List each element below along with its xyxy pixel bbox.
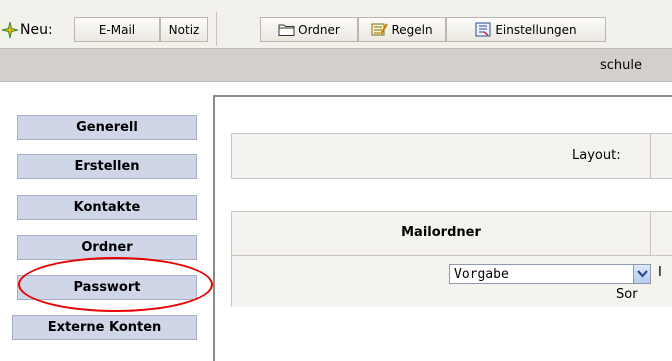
mailordner-select[interactable]: Vorgabe (449, 264, 651, 284)
new-email-label: E-Mail (98, 22, 136, 37)
folders-button[interactable]: Ordner (260, 17, 358, 42)
status-strip: schule (0, 48, 672, 82)
rules-icon (371, 23, 389, 36)
mailordner-header: Mailordner (232, 212, 672, 256)
truncated-text-2: Sor (616, 287, 638, 302)
sidebar-item-ordner[interactable]: Ordner (17, 235, 197, 260)
truncated-text-1: I (658, 265, 662, 280)
header-divider (650, 212, 651, 256)
folder-icon (278, 24, 295, 36)
mailordner-select-value: Vorgabe (454, 266, 509, 282)
new-sparkle-icon (2, 22, 18, 38)
settings-sidebar: Generell Erstellen Kontakte Ordner Passw… (0, 82, 212, 361)
settings-icon (475, 22, 491, 37)
sidebar-item-passwort[interactable]: Passwort (17, 275, 197, 300)
layout-row: Layout: (231, 133, 672, 179)
folders-label: Ordner (298, 22, 340, 37)
toolbar-divider (216, 12, 217, 46)
chevron-down-icon[interactable] (633, 265, 650, 283)
mailordner-row: Vorgabe I Sor (232, 256, 672, 307)
sidebar-item-externe-konten[interactable]: Externe Konten (12, 315, 197, 340)
new-email-button[interactable]: E-Mail (74, 17, 160, 42)
new-note-button[interactable]: Notiz (160, 17, 208, 42)
settings-button[interactable]: Einstellungen (446, 17, 606, 42)
top-toolbar: Neu: E-Mail Notiz Ordner Regeln Einstell… (0, 0, 672, 48)
sidebar-item-kontakte[interactable]: Kontakte (17, 195, 197, 220)
sidebar-item-generell[interactable]: Generell (17, 115, 197, 140)
sidebar-item-erstellen[interactable]: Erstellen (17, 154, 197, 179)
layout-label: Layout: (572, 148, 621, 163)
settings-label: Einstellungen (495, 22, 577, 37)
rules-button[interactable]: Regeln (358, 17, 446, 42)
new-menu: Neu: (2, 18, 56, 42)
new-label: Neu: (20, 22, 53, 38)
mailordner-header-label: Mailordner (401, 225, 481, 240)
mailordner-table: Mailordner Vorgabe I Sor (231, 211, 672, 307)
layout-divider (650, 134, 651, 178)
user-name: schule (600, 58, 643, 73)
new-note-label: Notiz (168, 22, 200, 37)
rules-label: Regeln (391, 22, 433, 37)
